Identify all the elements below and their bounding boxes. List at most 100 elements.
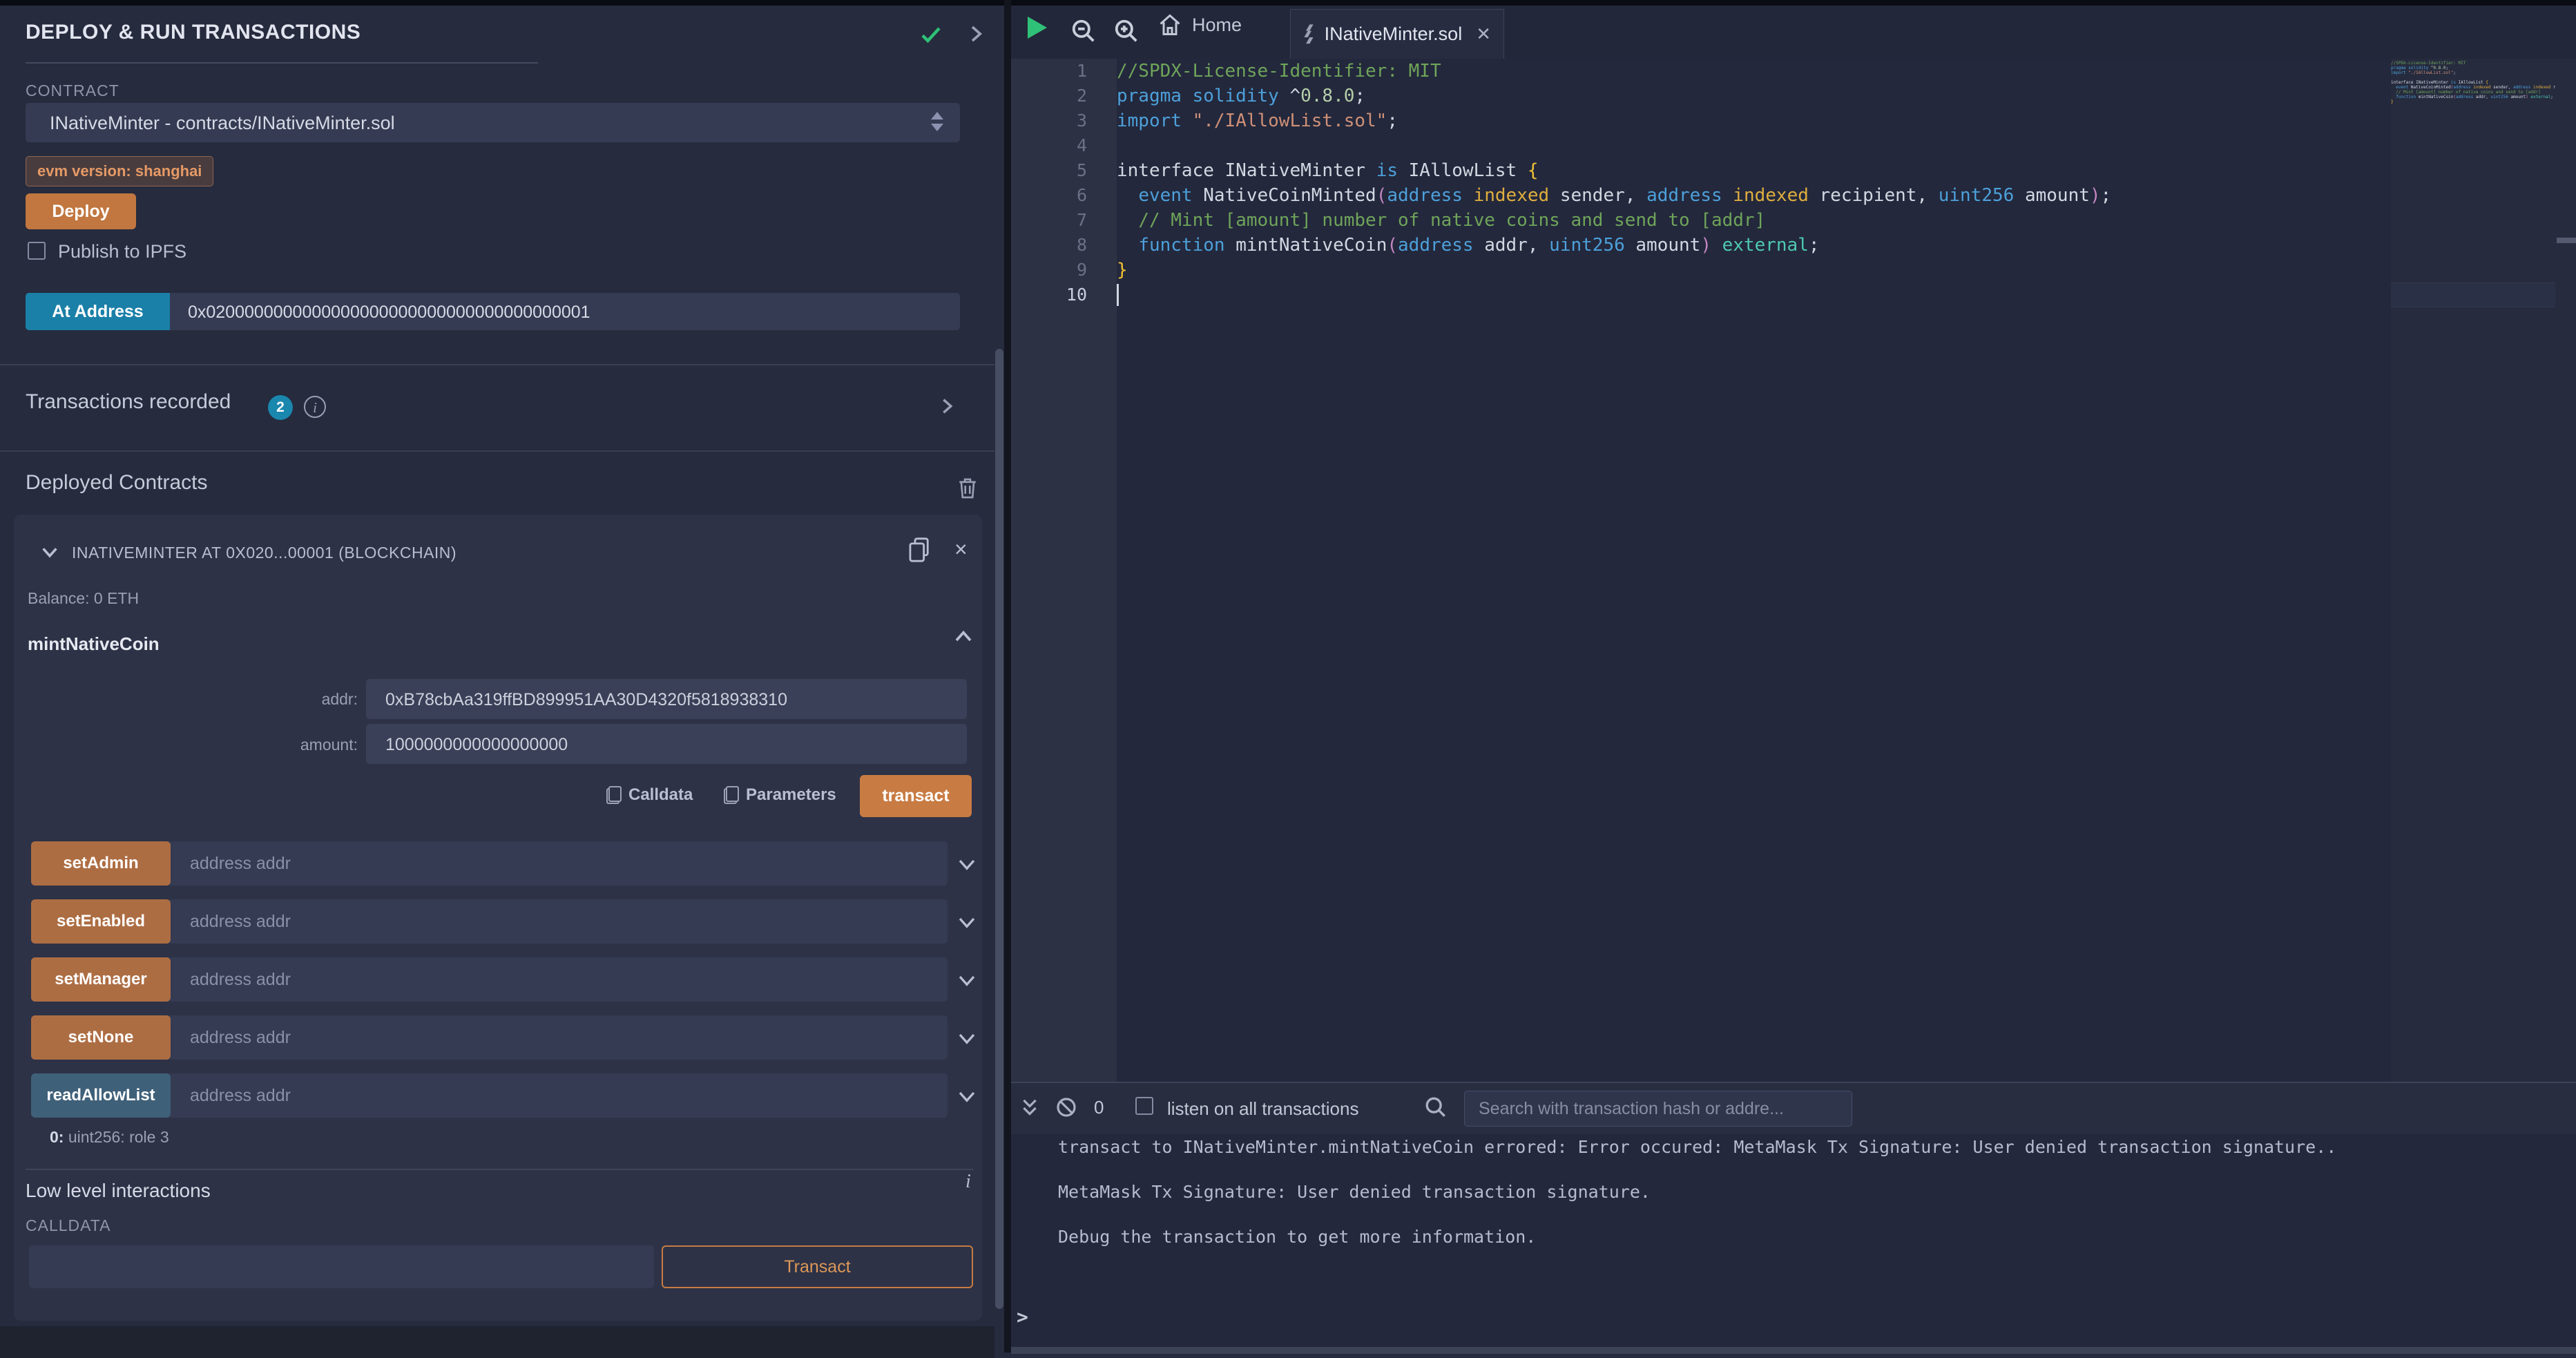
deployed-instance-card: INATIVEMINTER AT 0X020...00001 (BLOCKCHA… <box>14 515 982 1321</box>
panel-bottom-area <box>0 1326 994 1358</box>
addr-field-value: 0xB78cbAa319ffBD899951AA30D4320f58189383… <box>385 690 787 710</box>
setEnabled-button[interactable]: setEnabled <box>31 899 171 944</box>
home-icon <box>1157 12 1182 37</box>
code-line: function mintNativeCoin(address addr, ui… <box>1117 233 2391 258</box>
terminal-prompt[interactable]: > <box>1017 1306 1028 1328</box>
open-function-name[interactable]: mintNativeCoin <box>28 633 160 655</box>
info-icon[interactable]: i <box>965 1171 971 1193</box>
ban-icon[interactable] <box>1055 1096 1077 1118</box>
code-area[interactable]: //SPDX-License-Identifier: MITpragma sol… <box>1117 59 2391 1082</box>
setNone-button[interactable]: setNone <box>31 1015 171 1060</box>
setManager-button[interactable]: setManager <box>31 957 171 1002</box>
instance-collapse-icon[interactable] <box>40 542 59 562</box>
section-separator <box>0 450 994 452</box>
listen-all-transactions-checkbox[interactable] <box>1135 1097 1153 1115</box>
function-row: address addr setManager <box>31 957 982 1002</box>
code-line <box>2391 75 2555 80</box>
zoom-in-icon[interactable] <box>1113 18 1140 44</box>
calldata-button[interactable]: Calldata <box>606 785 693 805</box>
panel-title: DEPLOY & RUN TRANSACTIONS <box>26 21 361 44</box>
tab-close-icon[interactable]: ✕ <box>1476 23 1491 45</box>
parameters-button[interactable]: Parameters <box>724 785 836 805</box>
code-line: } <box>2391 99 2555 104</box>
line-number: 10 <box>1011 283 1087 307</box>
line-number: 1 <box>1011 59 1087 84</box>
at-address-button[interactable]: At Address <box>26 293 170 330</box>
transact-button[interactable]: transact <box>860 775 972 817</box>
addr-field-label: addr: <box>275 690 358 709</box>
code-line: interface INativeMinter is IAllowList { <box>2391 80 2555 85</box>
chevron-down-icon[interactable] <box>957 912 977 933</box>
panel-editor-divider[interactable] <box>1004 0 1011 1352</box>
terminal-bar: 0 listen on all transactions <box>1011 1083 2576 1134</box>
setAdmin-button[interactable]: setAdmin <box>31 841 171 886</box>
transactions-recorded-label: Transactions recorded <box>26 390 231 414</box>
panel-scrollbar[interactable] <box>995 349 1003 1309</box>
line-number: 3 <box>1011 108 1087 133</box>
listen-all-transactions-label: listen on all transactions <box>1167 1098 1358 1120</box>
run-script-icon[interactable] <box>1028 17 1047 39</box>
function-input-placeholder: address addr <box>190 970 291 990</box>
terminal-tx-count: 0 <box>1094 1097 1104 1118</box>
select-carets-icon <box>931 112 943 131</box>
code-line <box>1117 133 2391 158</box>
amount-field-input[interactable]: 1000000000000000000 <box>366 724 967 764</box>
deploy-button[interactable]: Deploy <box>26 193 136 229</box>
addr-field-input[interactable]: 0xB78cbAa319ffBD899951AA30D4320f58189383… <box>366 679 967 719</box>
code-line: } <box>1117 258 2391 283</box>
publish-ipfs-label: Publish to IPFS <box>58 241 186 262</box>
chevron-down-icon[interactable] <box>957 1086 977 1107</box>
line-number: 6 <box>1011 183 1087 208</box>
chevron-right-icon[interactable] <box>965 23 986 44</box>
deployed-contracts-title: Deployed Contracts <box>26 471 207 495</box>
terminal-search-input[interactable] <box>1464 1091 1852 1127</box>
chevron-down-icon[interactable] <box>957 970 977 991</box>
code-line: event NativeCoinMinted(address indexed s… <box>1117 183 2391 208</box>
terminal-log-line: transact to INativeMinter.mintNativeCoin… <box>1058 1137 2336 1157</box>
calldata-label: CALLDATA <box>26 1216 110 1235</box>
contract-select[interactable]: INativeMinter - contracts/INativeMinter.… <box>26 103 960 142</box>
evm-version-badge: evm version: shanghai <box>26 156 213 187</box>
code-line: event NativeCoinMinted(address indexed s… <box>2391 85 2555 90</box>
publish-ipfs-checkbox[interactable] <box>28 242 46 260</box>
code-line: import "./IAllowList.sol"; <box>2391 70 2555 75</box>
low-level-transact-button[interactable]: Transact <box>662 1245 973 1288</box>
trash-icon[interactable] <box>957 477 979 500</box>
at-address-input[interactable]: 0x02000000000000000000000000000000000000… <box>188 303 590 323</box>
low-level-title: Low level interactions <box>26 1180 211 1202</box>
code-line <box>1117 283 2391 307</box>
output-index: 0: <box>50 1128 64 1146</box>
readAllowList-button[interactable]: readAllowList <box>31 1073 171 1118</box>
line-number: 9 <box>1011 258 1087 283</box>
line-number: 4 <box>1011 133 1087 158</box>
chevron-down-icon[interactable] <box>957 1028 977 1049</box>
zoom-out-icon[interactable] <box>1070 18 1097 44</box>
line-number: 2 <box>1011 84 1087 108</box>
copy-icon <box>606 786 622 804</box>
contract-label: CONTRACT <box>26 82 119 100</box>
function-row: address addrsetEnabled <box>31 899 982 944</box>
solidity-icon <box>1303 22 1316 47</box>
code-line: // Mint [amount] number of native coins … <box>1117 208 2391 233</box>
editor-scrollbar-marker[interactable] <box>2557 238 2576 243</box>
at-address-row: At Address 0x020000000000000000000000000… <box>26 293 960 330</box>
instance-close-icon[interactable]: × <box>954 537 968 562</box>
code-line <box>2391 104 2555 109</box>
tab-inativeminter-sol[interactable]: INativeMinter.sol ✕ <box>1290 9 1504 59</box>
text-cursor <box>1117 284 1119 306</box>
minimap[interactable]: //SPDX-License-Identifier: MITpragma sol… <box>2391 61 2555 171</box>
instance-balance: Balance: 0 ETH <box>28 589 139 608</box>
double-chevron-down-icon[interactable] <box>1019 1097 1040 1119</box>
card-divider <box>26 1169 974 1170</box>
chevron-down-icon[interactable] <box>957 854 977 874</box>
tab-home[interactable]: Home <box>1157 12 1242 37</box>
window-top-strip <box>0 0 2576 6</box>
info-icon[interactable]: i <box>304 396 326 418</box>
terminal-bottom-scrollbar[interactable] <box>1011 1347 2576 1354</box>
function-collapse-icon[interactable] <box>953 627 974 647</box>
low-level-calldata-input[interactable] <box>29 1245 654 1288</box>
copy-icon[interactable] <box>908 537 932 563</box>
transactions-expand-icon[interactable] <box>937 396 957 416</box>
function-row: address addrsetNone <box>31 1015 982 1060</box>
amount-field-label: amount: <box>275 736 358 754</box>
